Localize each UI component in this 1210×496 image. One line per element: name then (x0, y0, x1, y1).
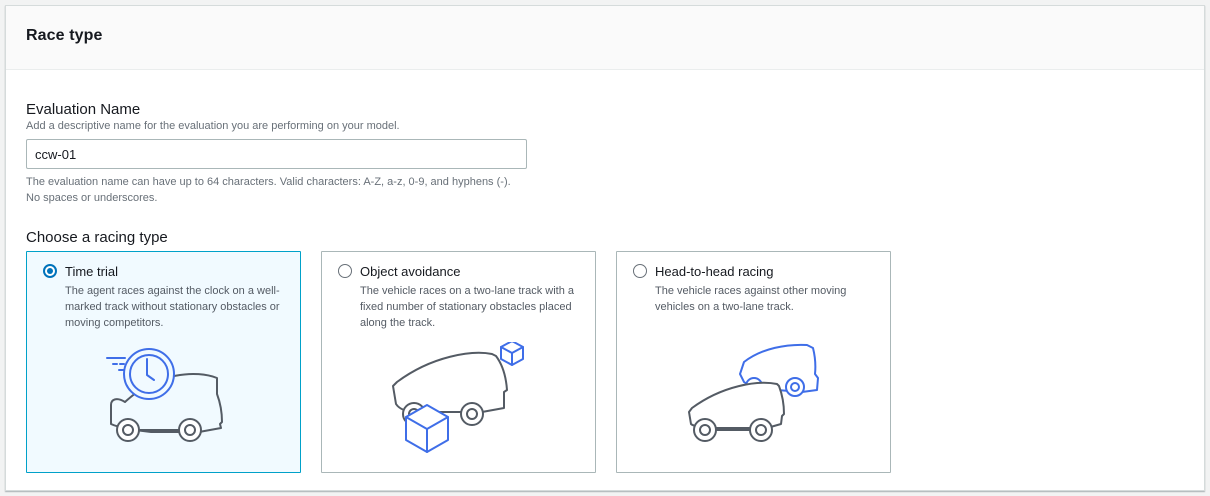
evaluation-name-input[interactable] (26, 139, 527, 169)
head-to-head-illustration-icon (688, 343, 819, 442)
evaluation-name-description: Add a descriptive name for the evaluatio… (26, 120, 400, 132)
option-description: The vehicle races against other moving v… (655, 285, 847, 313)
evaluation-name-label: Evaluation Name (26, 101, 141, 118)
panel-header: Race type (6, 6, 1204, 70)
racing-option-object-avoidance[interactable]: Object avoidance The vehicle races on a … (321, 251, 596, 473)
racing-option-time-trial[interactable]: Time trial The agent races against the c… (26, 251, 301, 473)
option-description: The vehicle races on a two-lane track wi… (360, 285, 574, 329)
option-title: Head-to-head racing (655, 264, 774, 279)
racing-type-label: Choose a racing type (26, 229, 168, 246)
racing-type-options: Time trial The agent races against the c… (26, 251, 1184, 473)
object-avoidance-illustration-icon (392, 342, 524, 453)
panel-title: Race type (26, 27, 103, 44)
radio-button[interactable] (338, 264, 352, 278)
option-description: The agent races against the clock on a w… (65, 285, 280, 329)
radio-button[interactable] (633, 264, 647, 278)
option-title: Object avoidance (360, 264, 461, 279)
evaluation-name-constraint: The evaluation name can have up to 64 ch… (26, 176, 511, 204)
race-type-panel: Race type Evaluation Name Add a descript… (5, 5, 1205, 491)
time-trial-illustration-icon (106, 348, 223, 442)
option-title: Time trial (65, 264, 118, 279)
racing-option-head-to-head[interactable]: Head-to-head racing The vehicle races ag… (616, 251, 891, 473)
radio-button[interactable] (43, 264, 57, 278)
panel-body: Evaluation Name Add a descriptive name f… (6, 70, 1204, 473)
